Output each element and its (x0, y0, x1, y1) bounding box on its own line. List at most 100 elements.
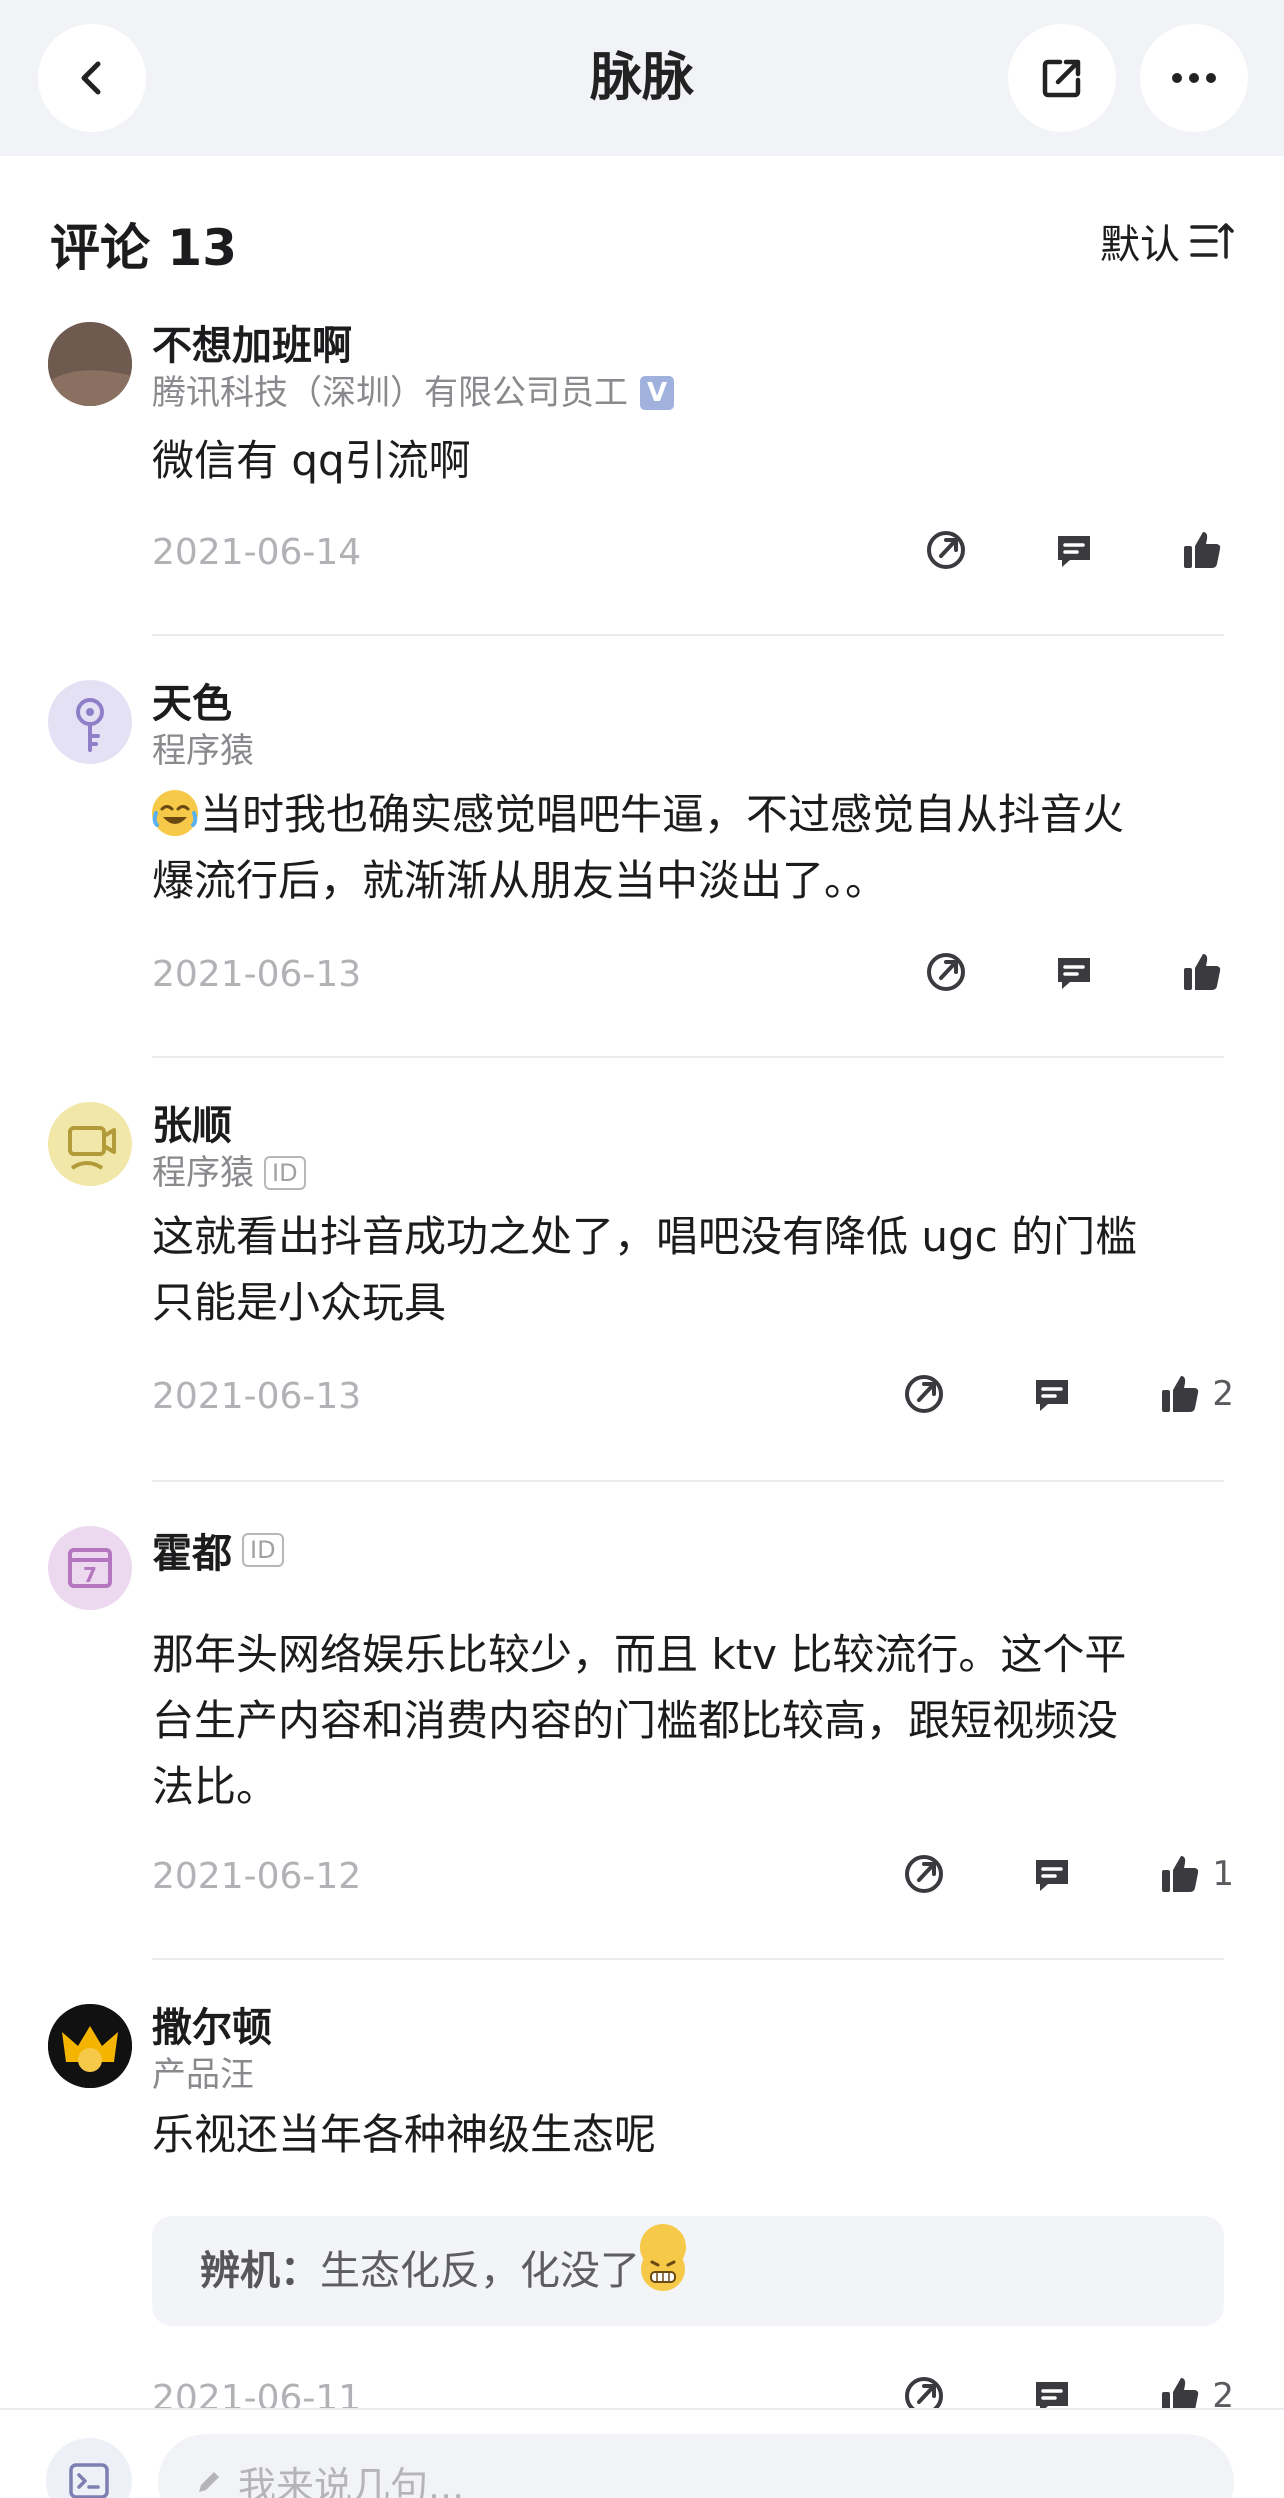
sort-label: 默认 (1100, 222, 1180, 268)
comment-text-line: 台生产内容和消费内容的门槛都比较高，跟短视频没 (152, 1696, 1119, 1745)
avatar[interactable]: 7 (48, 1526, 132, 1610)
terminal-icon (69, 2463, 109, 2498)
comment-text: 当时我也确实感觉唱吧牛逼，不过感觉自从抖音火 爆流行后，就渐渐从朋友当中淡出了。… (152, 782, 1232, 914)
comment-text: 乐视还当年各种神级生态呢 (152, 2110, 657, 2159)
avatar-photo (48, 322, 132, 406)
like-button[interactable]: 1 (1158, 1852, 1234, 1896)
id-badge: ID (242, 1533, 284, 1567)
repost-button[interactable] (902, 1372, 946, 1416)
sort-dropdown[interactable]: 默认 (1100, 212, 1234, 270)
repost-icon (905, 1855, 944, 1893)
author-name[interactable]: 天色 (152, 680, 232, 728)
comment-actions: 2 (818, 1372, 1234, 1416)
reply-button[interactable] (1052, 950, 1096, 994)
calendar-avatar-icon: 7 (68, 1548, 112, 1588)
comment-bubble-icon (1036, 1380, 1069, 1411)
reply-author: 辨机： (200, 2248, 320, 2294)
comment-text: 这就看出抖音成功之处了，唱吧没有降低 ugc 的门槛 只能是小众玩具 (152, 1204, 1232, 1336)
thumbs-up-icon (1184, 532, 1221, 568)
repost-button[interactable] (924, 950, 968, 994)
comment-input-placeholder: 我来说几句... (238, 2463, 465, 2498)
comment-date: 2021-06-13 (152, 1376, 362, 1417)
comment-actions (840, 528, 1234, 572)
thumbs-up-icon (1162, 1376, 1199, 1412)
comment-text-line: 当时我也确实感觉唱吧牛逼，不过感觉自从抖音火 (200, 790, 1125, 839)
comment-bubble-icon (1058, 958, 1090, 989)
comment-text-line: 法比。 (152, 1762, 279, 1811)
comment-text-line: 这就看出抖音成功之处了，唱吧没有降低 ugc 的门槛 (152, 1212, 1138, 1261)
avatar[interactable] (48, 1102, 132, 1186)
author-name[interactable]: 撒尔顿 (152, 2004, 272, 2052)
more-dots-icon (1172, 73, 1216, 83)
comment-input[interactable]: 我来说几句... (158, 2434, 1234, 2498)
thumbs-up-icon (1162, 1856, 1199, 1892)
like-button[interactable]: 2 (1158, 1372, 1234, 1416)
reply-button[interactable] (1030, 2374, 1074, 2408)
like-count: 2 (1212, 1374, 1234, 1414)
comment-text-line: 爆流行后，就渐渐从朋友当中淡出了。。 (152, 856, 888, 905)
author-title: 程序猿 (152, 1153, 254, 1193)
author-company: 腾讯科技（深圳）有限公司员工 (152, 373, 628, 413)
quoted-reply[interactable]: 辨机：生态化反，化没了 (152, 2216, 1224, 2326)
like-count: 2 (1212, 2376, 1234, 2408)
comment-composer-bar: 我来说几句... (0, 2408, 1284, 2498)
reply-button[interactable] (1052, 528, 1096, 572)
repost-icon (927, 531, 965, 569)
author-name[interactable]: 张顺 (152, 1102, 232, 1150)
thumbs-up-icon (1162, 2378, 1199, 2408)
repost-icon (905, 2377, 944, 2408)
author-name[interactable]: 不想加班啊 (152, 322, 352, 370)
comment-date: 2021-06-13 (152, 954, 362, 995)
author-row: 霍都 ID (152, 1526, 284, 1577)
comments-count-title: 评论 13 (50, 219, 237, 277)
repost-button[interactable] (902, 2374, 946, 2408)
sort-lines-icon (1190, 223, 1234, 259)
comment-actions: 1 (818, 1852, 1234, 1896)
reply-button[interactable] (1030, 1852, 1074, 1896)
share-button[interactable] (1008, 24, 1116, 132)
divider (152, 634, 1224, 636)
like-button[interactable] (1180, 950, 1234, 994)
avatar[interactable] (48, 322, 132, 406)
avatar[interactable] (48, 680, 132, 764)
divider (152, 1480, 1224, 1482)
repost-button[interactable] (924, 528, 968, 572)
repost-icon (905, 1375, 944, 1413)
comment-actions: 2 (818, 2374, 1234, 2408)
thumbs-up-icon (1184, 954, 1221, 990)
author-subtitle: 产品汪 (152, 2052, 254, 2098)
comment-text: 微信有 qq引流啊 (152, 436, 471, 485)
comment-bubble-icon (1036, 2382, 1069, 2408)
verified-badge: V (640, 376, 674, 410)
comment-text: 那年头网络娱乐比较少，而且 ktv 比较流行。这个平 台生产内容和消费内容的门槛… (152, 1622, 1232, 1820)
crown-avatar-icon (48, 2004, 132, 2088)
repost-button[interactable] (902, 1852, 946, 1896)
id-badge: ID (264, 1156, 306, 1190)
comment-date: 2021-06-11 (152, 2378, 362, 2408)
comment-date: 2021-06-12 (152, 1856, 362, 1897)
divider (152, 1958, 1224, 1960)
reply-text: 生态化反，化没了 (320, 2248, 640, 2294)
reply-button[interactable] (1030, 1372, 1074, 1416)
terminal-button[interactable] (46, 2438, 132, 2498)
comment-text-line: 只能是小众玩具 (152, 1278, 447, 1327)
laughing-tears-emoji (152, 790, 198, 836)
key-avatar-icon (76, 698, 104, 752)
like-button[interactable]: 2 (1158, 2374, 1234, 2408)
video-avatar-icon (68, 1126, 116, 1170)
more-button[interactable] (1140, 24, 1248, 132)
comment-actions (840, 950, 1234, 994)
pencil-icon (199, 2472, 219, 2492)
repost-icon (927, 953, 965, 991)
avatar[interactable] (48, 2004, 132, 2088)
comment-bubble-icon (1036, 1860, 1069, 1891)
share-icon (1042, 59, 1081, 98)
author-subtitle: 程序猿 (152, 728, 254, 774)
like-count: 1 (1212, 1854, 1234, 1894)
like-button[interactable] (1180, 528, 1234, 572)
comments-section: 评论 13 默认 不想加班啊 腾讯科技（深圳）有限公司员工 V 微信有 qq引流… (0, 156, 1284, 2408)
comment-bubble-icon (1058, 536, 1090, 567)
author-name[interactable]: 霍都 (152, 1521, 232, 1579)
author-subtitle: 腾讯科技（深圳）有限公司员工 V (152, 370, 674, 416)
comment-date: 2021-06-14 (152, 532, 362, 573)
